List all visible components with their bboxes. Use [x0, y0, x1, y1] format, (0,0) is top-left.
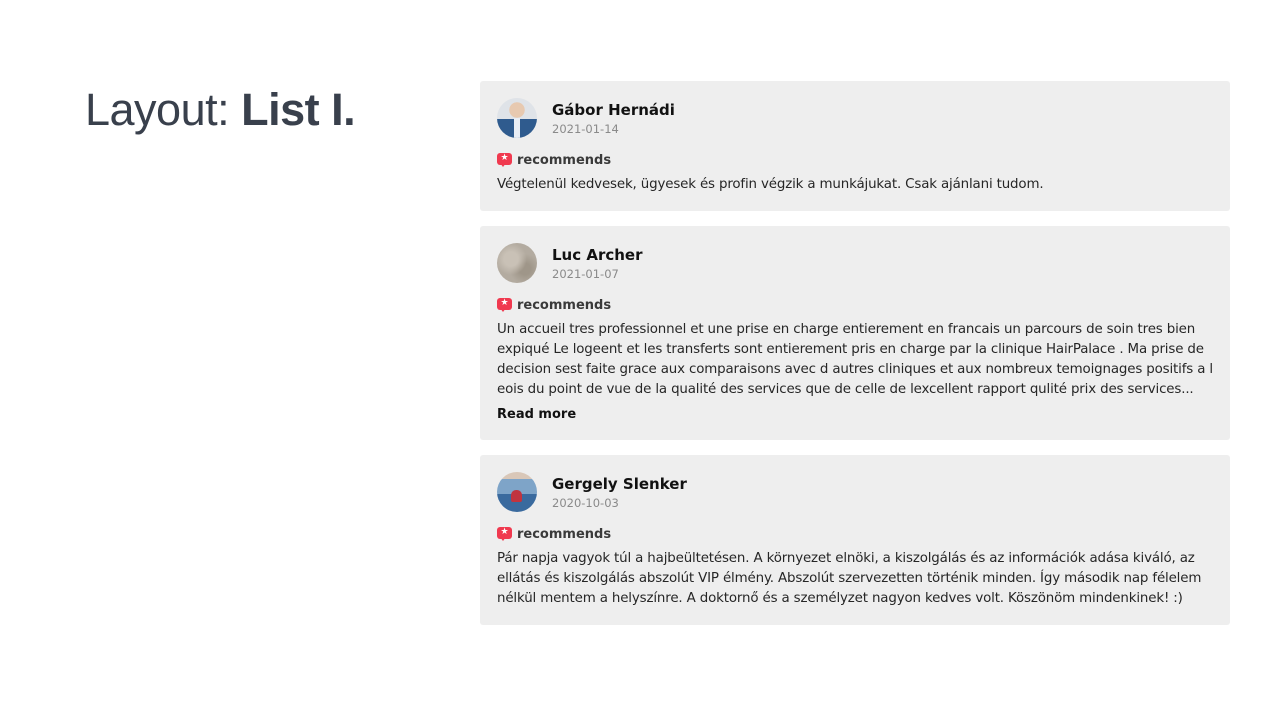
- recommend-badge: ★ recommends: [497, 524, 1213, 544]
- avatar: [497, 472, 537, 512]
- recommend-badge: ★ recommends: [497, 150, 1213, 170]
- reviewer-info: Luc Archer 2021-01-07: [552, 245, 643, 282]
- review-card: Gábor Hernádi 2021-01-14 ★ recommends Vé…: [480, 81, 1230, 211]
- page: Layout: List I. Gábor Hernádi 2021-01-14…: [0, 0, 1280, 720]
- page-title-emphasis: List I.: [241, 84, 356, 135]
- review-date: 2020-10-03: [552, 495, 619, 510]
- recommend-label: recommends: [517, 297, 612, 313]
- recommend-badge: ★ recommends: [497, 295, 1213, 315]
- review-list: Gábor Hernádi 2021-01-14 ★ recommends Vé…: [480, 81, 1230, 640]
- review-text: Pár napja vagyok túl a hajbeültetésen. A…: [497, 551, 1202, 606]
- reviewer-info: Gergely Slenker 2020-10-03: [552, 474, 687, 511]
- recommend-label: recommends: [517, 526, 612, 542]
- recommend-star-bubble-icon: ★: [497, 526, 512, 542]
- review-text: Un accueil tres professionnel et une pri…: [497, 322, 1213, 397]
- review-text: Végtelenül kedvesek, ügyesek és profin v…: [497, 177, 1044, 192]
- recommend-star-bubble-icon: ★: [497, 152, 512, 168]
- avatar: [497, 243, 537, 283]
- recommend-star-bubble-icon: ★: [497, 297, 512, 313]
- page-title-prefix: Layout:: [85, 84, 242, 135]
- reviewer-name: Gergely Slenker: [552, 474, 687, 493]
- review-header: Luc Archer 2021-01-07: [497, 242, 1213, 284]
- review-date: 2021-01-14: [552, 121, 619, 136]
- read-more-link[interactable]: Read more: [497, 406, 576, 424]
- review-date: 2021-01-07: [552, 266, 619, 281]
- avatar: [497, 98, 537, 138]
- page-title: Layout: List I.: [85, 84, 356, 136]
- review-header: Gábor Hernádi 2021-01-14: [497, 97, 1213, 139]
- review-card: Luc Archer 2021-01-07 ★ recommends Un ac…: [480, 226, 1230, 440]
- reviewer-info: Gábor Hernádi 2021-01-14: [552, 100, 675, 137]
- recommend-label: recommends: [517, 152, 612, 168]
- reviewer-name: Luc Archer: [552, 245, 643, 264]
- review-card: Gergely Slenker 2020-10-03 ★ recommends …: [480, 455, 1230, 625]
- review-header: Gergely Slenker 2020-10-03: [497, 471, 1213, 513]
- reviewer-name: Gábor Hernádi: [552, 100, 675, 119]
